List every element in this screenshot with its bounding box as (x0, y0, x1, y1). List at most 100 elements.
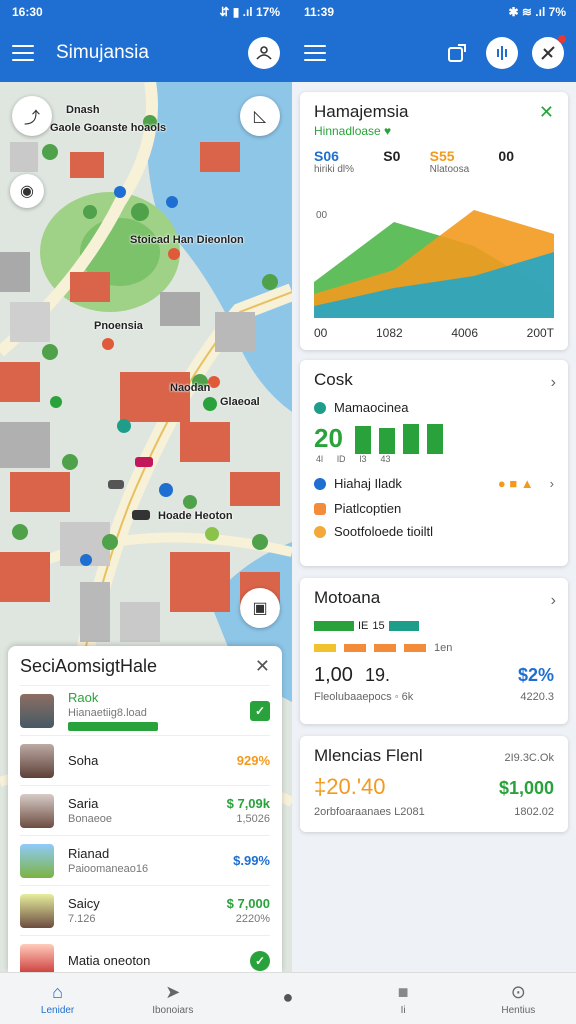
card-meta: 2I9.3C.Ok (504, 752, 554, 764)
row-name: Rianad (68, 846, 110, 861)
app-bar-left: Simujansia (0, 24, 292, 82)
chevron-right-icon[interactable]: › (551, 592, 556, 610)
nav-item-home[interactable]: ⌂ Lenider (18, 982, 98, 1016)
metrics-card[interactable]: Motoana › IE 15 1en 1,00 19. $2% Fleolub… (300, 578, 568, 724)
home-icon: ⌂ (52, 981, 64, 1002)
stat-value: S55 (429, 148, 455, 164)
avatar (20, 943, 54, 972)
chevron-right-icon[interactable]: › (551, 374, 556, 392)
sheet-title: SeciAomsigtHale (20, 656, 158, 676)
bottom-nav: ⌂ Lenider ➤ Ibonoiars ● ■ Ii ⊙ Hentius (0, 972, 576, 1024)
row-value: 929% (236, 753, 270, 768)
fund-value: ‡20.'40 (314, 774, 386, 799)
tag-bar (314, 644, 336, 652)
close-icon[interactable]: ✕ (255, 656, 270, 677)
map-label: Gaole Goanste hoaols (50, 122, 167, 134)
item-label: Hiahaj Iladk (334, 476, 402, 491)
nav-label: Hentius (501, 1004, 536, 1016)
location-icon[interactable]: ◉ (10, 174, 44, 208)
x-tick-label: 1082 (375, 326, 403, 340)
item-label: Piatlcoptien (334, 501, 402, 516)
map-label: Hoade Heoton (158, 510, 233, 522)
bar-label: 43 (380, 454, 391, 464)
menu-icon[interactable] (12, 45, 34, 61)
status-time: 11:39 (304, 5, 335, 19)
map-label: Pnoensia (94, 320, 143, 332)
tag-bar (404, 644, 426, 652)
notification-icon[interactable] (532, 35, 566, 69)
bar (426, 424, 443, 454)
list-item[interactable]: Raok Hianaetiig8.load ✓ (20, 685, 270, 735)
row-value: $ 7,09k (226, 796, 270, 811)
profile-icon: ⊙ (510, 981, 526, 1002)
map-label: Naodan (170, 382, 211, 394)
card-title: Mlencias Flenl (314, 746, 423, 765)
bar (354, 426, 371, 454)
item-label: Mamaocinea (334, 400, 409, 415)
tag-bar (314, 621, 354, 631)
bar-label: 4l (316, 454, 324, 464)
stat-value: 00 (498, 148, 514, 164)
x-tick-label: 4006 (451, 326, 479, 340)
row-sub: Hianaetiig8.load (68, 707, 147, 719)
row-value: $.99% (233, 853, 270, 868)
nav-item-directions[interactable]: ➤ Ibonoiars (133, 982, 213, 1016)
check-icon: ✓ (250, 700, 270, 721)
tag-bar (344, 644, 366, 652)
card-title: Motoana (314, 588, 381, 607)
x-tick-label: 00 (314, 326, 328, 340)
app-title: Simujansia (56, 42, 149, 63)
footnote: 4220.3 (520, 691, 554, 703)
nav-item-record[interactable]: ● (248, 987, 328, 1010)
layers-icon[interactable]: ▣ (240, 588, 280, 628)
footnote: Fleolubaaepocs ◦ 6k (314, 691, 414, 703)
bar-label: lD (337, 454, 346, 464)
voice-icon[interactable] (486, 37, 518, 69)
fund-card[interactable]: Mlencias Flenl 2I9.3C.Ok ‡20.'40 $1,000 … (300, 736, 568, 832)
chart-card[interactable]: Hamajemsia Hinnadloase ♥ ✕ S06 hiriki dl%… (300, 92, 568, 350)
list-item[interactable]: Matia oneoton ✓ (20, 935, 270, 972)
people-icon[interactable] (248, 37, 280, 69)
app-bar-right (292, 24, 576, 82)
status-icons: ● ■ ▲ (497, 476, 534, 491)
list-item[interactable]: Saria Bonaeoe $ 7,09k 1,5026 (20, 785, 270, 835)
tile-icon: ■ (397, 981, 409, 1002)
share-icon[interactable] (442, 38, 472, 68)
stat-value: S0 (383, 148, 401, 164)
status-icons: ✱ ≋ .ıl 7% (508, 5, 566, 19)
card-title: Hamajemsia (314, 102, 409, 121)
row-value-sub: 1,5026 (236, 813, 270, 825)
tag-bar (388, 621, 419, 631)
results-sheet: SeciAomsigtHale ✕ Raok Hianaetiig8.load … (8, 646, 282, 972)
status-icons: ⇵ ▮ .ıl 17% (219, 5, 280, 19)
row-name: Soha (68, 753, 99, 768)
list-item[interactable]: Saicy 7.126 $ 7,000 2220% (20, 885, 270, 935)
metric-value: 1,00 (314, 664, 353, 686)
nav-item-tiles[interactable]: ■ Ii (363, 982, 443, 1016)
list-item[interactable]: Soha 929% (20, 735, 270, 785)
nav-item-profile[interactable]: ⊙ Hentius (478, 982, 558, 1016)
row-sub: 7.126 (68, 913, 96, 925)
record-icon: ● (282, 987, 294, 1007)
menu-icon[interactable] (304, 45, 326, 61)
check-icon: ✓ (250, 950, 270, 971)
bar-label: l3 (359, 454, 367, 464)
chevron-right-icon[interactable]: › (550, 476, 554, 491)
row-value-sub: 2220% (235, 913, 270, 925)
x-tick-label: 200T (526, 326, 554, 340)
row-sub: Bonaeoe (68, 813, 113, 825)
dot-icon (314, 502, 326, 515)
status-bar-left: 16:30 ⇵ ▮ .ıl 17% (0, 0, 292, 24)
row-name: Saicy (68, 896, 100, 911)
avatar (20, 793, 54, 828)
avatar (20, 743, 54, 778)
route-icon[interactable]: ⤴ (12, 96, 52, 136)
card-title: Cosk (314, 370, 353, 389)
compass-icon[interactable]: ◺ (240, 96, 280, 136)
row-name: Raok (68, 690, 99, 705)
list-item[interactable]: Rianad Paioomaneao16 $.99% (20, 835, 270, 885)
footnote: 1802.02 (514, 806, 554, 818)
task-card[interactable]: Cosk › Mamaocinea 20 4l lD l3 43 Hiahaj … (300, 360, 568, 566)
close-icon[interactable]: ✕ (539, 102, 554, 123)
stat-value: S06 (314, 148, 339, 164)
